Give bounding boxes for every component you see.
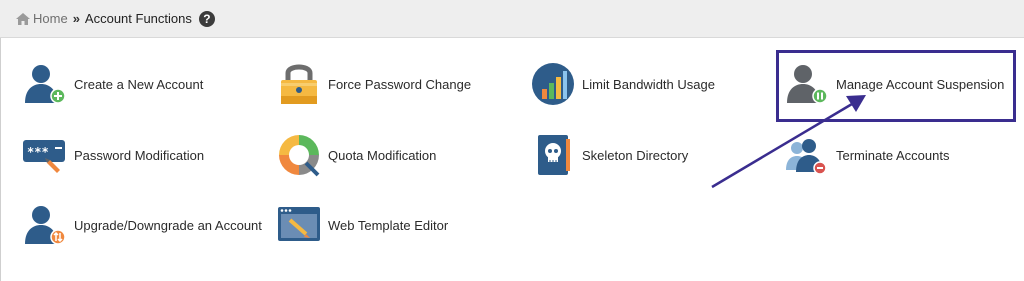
user-upgrade-icon: [25, 206, 66, 245]
quota-modification-link[interactable]: Quota Modification: [276, 132, 436, 178]
function-label: Web Template Editor: [328, 217, 449, 233]
help-icon[interactable]: ?: [198, 10, 215, 27]
function-label: Terminate Accounts: [836, 147, 950, 163]
limit-bandwidth-usage-link[interactable]: Limit Bandwidth Usage: [530, 61, 715, 107]
function-label: Limit Bandwidth Usage: [582, 76, 715, 92]
skull-book-icon: [538, 135, 570, 175]
create-new-account-link[interactable]: Create a New Account: [22, 61, 203, 107]
svg-text:***: ***: [27, 145, 49, 159]
user-add-icon: [25, 65, 66, 104]
padlock-icon: [281, 64, 317, 104]
function-label: Quota Modification: [328, 147, 437, 163]
account-functions-page: Home » Account Functions ? Create a New …: [0, 0, 1024, 281]
function-label: Password Modification: [74, 147, 205, 163]
web-template-editor-link[interactable]: Web Template Editor: [276, 202, 448, 248]
template-editor-icon: [278, 207, 320, 241]
function-label: Upgrade/Downgrade an Account: [74, 217, 262, 233]
password-field-icon: ***: [23, 140, 65, 173]
function-label: Force Password Change: [328, 76, 472, 92]
page-title: Account Functions: [84, 11, 192, 26]
quota-donut-icon: [279, 135, 320, 177]
upgrade-downgrade-account-link[interactable]: Upgrade/Downgrade an Account: [22, 202, 262, 248]
breadcrumb: Home » Account Functions ?: [0, 0, 1024, 38]
breadcrumb-home-link[interactable]: Home: [33, 11, 68, 26]
content-divider: [0, 38, 1, 281]
breadcrumb-separator: »: [72, 11, 80, 26]
bandwidth-chart-icon: [532, 63, 574, 105]
function-label: Skeleton Directory: [582, 147, 689, 163]
password-modification-link[interactable]: *** Password Modification: [22, 132, 204, 178]
terminate-accounts-link[interactable]: Terminate Accounts: [784, 132, 949, 178]
highlight-box: [776, 50, 1016, 122]
function-label: Create a New Account: [74, 76, 204, 92]
users-remove-icon: [786, 139, 827, 175]
force-password-change-link[interactable]: Force Password Change: [276, 61, 471, 107]
skeleton-directory-link[interactable]: Skeleton Directory: [530, 132, 688, 178]
home-icon[interactable]: [16, 12, 30, 25]
